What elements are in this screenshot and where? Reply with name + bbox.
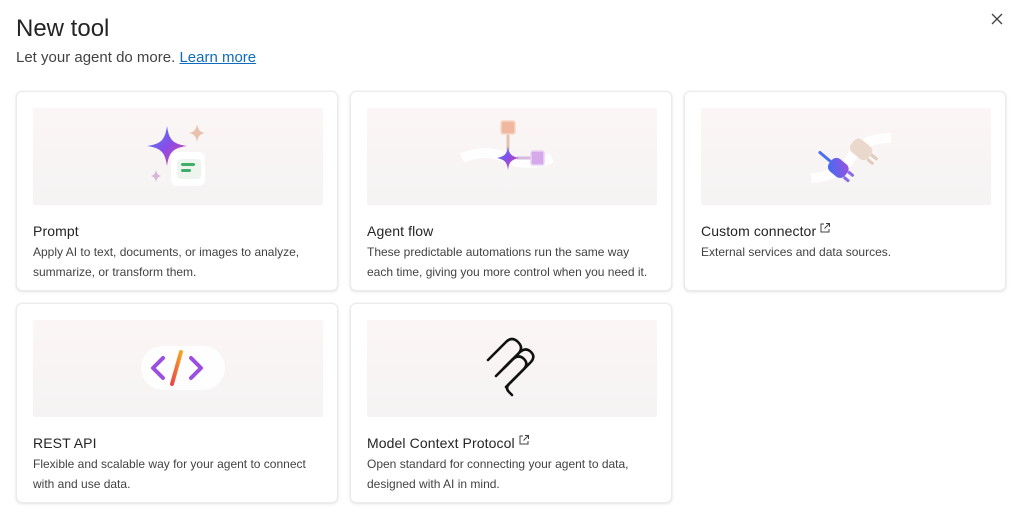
- card-description: External services and data sources.: [701, 245, 892, 259]
- subtitle-text: Let your agent do more.: [16, 49, 176, 66]
- sparkle-icon: [147, 124, 205, 186]
- plug-icon: [810, 133, 892, 183]
- card-description: These predictable automations run the sa…: [367, 245, 648, 279]
- flow-icon: [460, 120, 554, 170]
- card-title: Agent flow: [367, 223, 434, 239]
- tool-card-mcp[interactable]: Model Context Protocol Open standard for…: [350, 303, 672, 503]
- card-description: Flexible and scalable way for your agent…: [33, 457, 306, 491]
- card-title: Prompt: [33, 223, 79, 239]
- open-external-icon: [519, 435, 529, 445]
- close-button[interactable]: [986, 8, 1008, 30]
- custom-connector-illustration: [701, 108, 991, 205]
- tool-card-custom-connector[interactable]: Custom connector External services and d…: [684, 91, 1006, 291]
- dialog-header: New tool Let your agent do more. Learn m…: [16, 14, 256, 68]
- open-external-icon: [820, 223, 831, 233]
- learn-more-link[interactable]: Learn more: [179, 49, 256, 66]
- card-description: Open standard for connecting your agent …: [367, 457, 629, 491]
- close-icon: [991, 13, 1003, 25]
- code-icon: [141, 346, 225, 390]
- tool-card-agent-flow[interactable]: Agent flow These predictable automations…: [350, 91, 672, 291]
- card-title: Custom connector: [701, 222, 831, 240]
- tool-card-rest-api[interactable]: REST API Flexible and scalable way for y…: [16, 303, 338, 503]
- card-title-text: Custom connector: [701, 223, 817, 239]
- tool-card-prompt[interactable]: Prompt Apply AI to text, documents, or i…: [16, 91, 338, 291]
- card-title: Model Context Protocol: [367, 434, 530, 452]
- prompt-illustration: [33, 108, 323, 205]
- card-title-text: Model Context Protocol: [367, 435, 515, 451]
- card-description: Apply AI to text, documents, or images t…: [33, 245, 300, 279]
- dialog-subtitle: Let your agent do more. Learn more: [16, 48, 256, 68]
- mcp-icon: [486, 337, 535, 397]
- agent-flow-illustration: [367, 108, 657, 205]
- dialog-title: New tool: [16, 15, 110, 42]
- rest-api-illustration: [33, 320, 323, 417]
- card-title: REST API: [33, 435, 97, 451]
- mcp-illustration: [367, 320, 657, 417]
